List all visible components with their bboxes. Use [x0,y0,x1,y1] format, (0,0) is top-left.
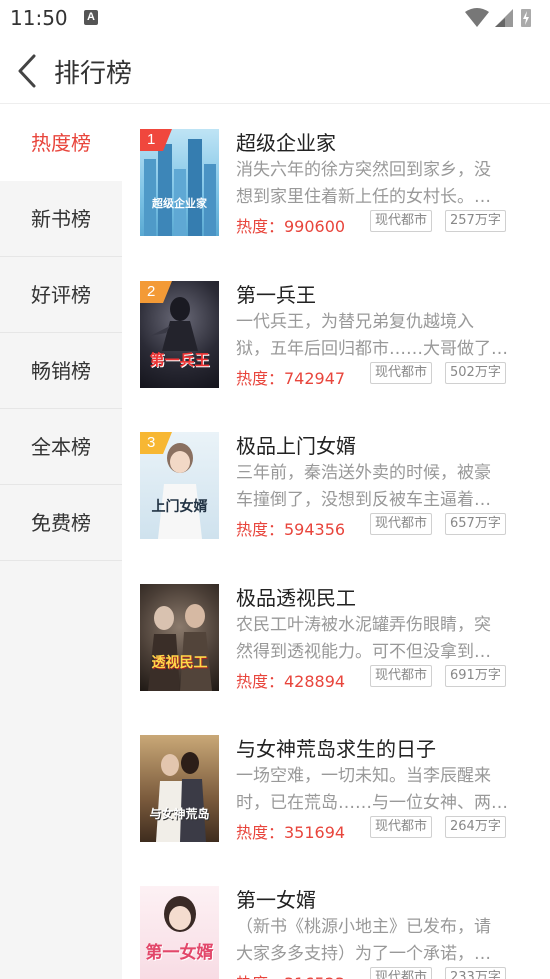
book-description-line: 一场空难，一切未知。当李辰醒来 [236,766,491,786]
heat-value: 热度：742947 [236,369,346,388]
sidebar-item-free[interactable]: 免费榜 [0,485,122,561]
status-icons [465,8,531,27]
sidebar-item-complete[interactable]: 全本榜 [0,409,122,485]
word-count-tag: 691万字 [445,665,506,687]
book-cover: 第一女婿 [140,886,219,979]
book-description: 农民工叶涛被水泥罐弄伤眼睛，突 然得到透视能力。可不但没拿到… [236,612,514,666]
signal-icon-fill [495,18,505,27]
cover-title: 超级企业家 [152,197,207,210]
cover-title: 与女神荒岛 [149,807,210,821]
book-item[interactable]: 上门女婿 3 极品上门女婿 三年前，秦浩送外卖的时候，被豪 车撞倒了，没想到反被… [122,408,550,548]
book-item[interactable]: 透视民工 极品透视民工 农民工叶涛被水泥罐弄伤眼睛，突 然得到透视能力。可不但没… [122,560,550,700]
book-item[interactable]: 第一女婿 第一女婿 （新书《桃源小地主》已发布，请 大家多多支持）为了一个承诺，… [122,862,550,979]
book-title: 第一女婿 [236,888,316,912]
cover-title: 第一女婿 [145,943,214,963]
notification-icon-letter: A [87,11,95,23]
book-item[interactable]: 与女神荒岛 与女神荒岛求生的日子 一场空难，一切未知。当李辰醒来 时，已在荒岛…… [122,711,550,851]
book-description-line: 车撞倒了，没想到反被车主逼着… [236,490,491,510]
ranking-sidebar: 热度榜 新书榜 好评榜 畅销榜 全本榜 免费榜 [0,105,122,979]
character-illustration [164,896,196,932]
back-button[interactable] [10,52,46,90]
sidebar-item-rating[interactable]: 好评榜 [0,257,122,333]
book-description-line: 想到家里住着新上任的女村长。… [236,187,491,207]
sidebar-item-heat[interactable]: 热度榜 [0,105,122,181]
genre-tag: 现代都市 [370,513,433,535]
heat-value: 热度：351694 [236,823,346,842]
book-description: （新书《桃源小地主》已发布，请 大家多多支持）为了一个承诺，… [236,914,514,968]
sidebar-item-bestseller[interactable]: 畅销榜 [0,333,122,409]
character-illustration [148,604,212,691]
book-item[interactable]: 超级企业家 1 超级企业家 消失六年的徐方突然回到家乡，没 想到家里住着新上任的… [122,105,550,245]
genre-tag: 现代都市 [370,210,433,232]
notification-icon: A [84,10,98,25]
book-description-line: （新书《桃源小地主》已发布，请 [236,917,491,937]
cover-title: 透视民工 [151,655,208,671]
heat-value: 热度：316523 [236,970,345,979]
sidebar-item-new[interactable]: 新书榜 [0,181,122,257]
app-bar: 排行榜 [0,38,550,104]
book-description-line: 三年前，秦浩送外卖的时候，被豪 [236,463,491,483]
genre-tag: 现代都市 [370,967,433,979]
book-description-line: 然得到透视能力。可不但没拿到… [236,642,491,662]
book-title: 超级企业家 [236,131,336,155]
book-description: 三年前，秦浩送外卖的时候，被豪 车撞倒了，没想到反被车主逼着… [236,460,514,514]
couple-illustration [156,752,206,842]
book-description-line: 狱，五年后回归都市……大哥做了… [236,339,508,359]
book-description-line: 农民工叶涛被水泥罐弄伤眼睛，突 [236,615,491,635]
word-count-tag: 257万字 [445,210,506,232]
heat-value: 热度：594356 [236,520,346,539]
book-list: 超级企业家 1 超级企业家 消失六年的徐方突然回到家乡，没 想到家里住着新上任的… [122,105,550,979]
book-description-line: 时，已在荒岛……与一位女神、两… [236,793,508,813]
book-cover: 上门女婿 3 [140,432,219,539]
book-cover: 超级企业家 1 [140,129,219,236]
page-title: 排行榜 [54,59,133,89]
genre-tag: 现代都市 [370,362,433,384]
book-description: 一场空难，一切未知。当李辰醒来 时，已在荒岛……与一位女神、两… [236,763,514,817]
word-count-tag: 502万字 [445,362,506,384]
word-count-tag: 264万字 [445,816,506,838]
word-count-tag: 657万字 [445,513,506,535]
heat-value: 热度：990600 [236,217,346,236]
book-title: 第一兵王 [236,283,316,307]
chevron-left-icon [18,54,36,88]
word-count-tag: 233万字 [445,967,506,979]
book-title: 极品透视民工 [236,586,356,610]
book-title: 极品上门女婿 [236,434,356,458]
status-bar: 11:50 A [0,0,550,38]
book-description: 一代兵王，为替兄弟复仇越境入 狱，五年后回归都市……大哥做了… [236,309,514,363]
book-description-line: 消失六年的徐方突然回到家乡，没 [236,160,491,180]
cover-title: 第一兵王 [149,351,210,369]
book-description-line: 一代兵王，为替兄弟复仇越境入 [236,312,474,332]
book-title: 与女神荒岛求生的日子 [236,737,436,761]
book-description-line: 大家多多支持）为了一个承诺，… [236,944,491,964]
book-cover: 第一兵王 2 [140,281,219,388]
genre-tag: 现代都市 [370,665,433,687]
genre-tag: 现代都市 [370,816,433,838]
status-time: 11:50 [10,6,68,30]
heat-value: 热度：428894 [236,672,346,691]
wifi-icon [465,8,489,27]
book-cover: 透视民工 [140,584,219,691]
book-cover: 与女神荒岛 [140,735,219,842]
book-item[interactable]: 第一兵王 2 第一兵王 一代兵王，为替兄弟复仇越境入 狱，五年后回归都市……大哥… [122,257,550,397]
cover-title: 上门女婿 [151,499,208,515]
book-description: 消失六年的徐方突然回到家乡，没 想到家里住着新上任的女村长。… [236,157,514,211]
